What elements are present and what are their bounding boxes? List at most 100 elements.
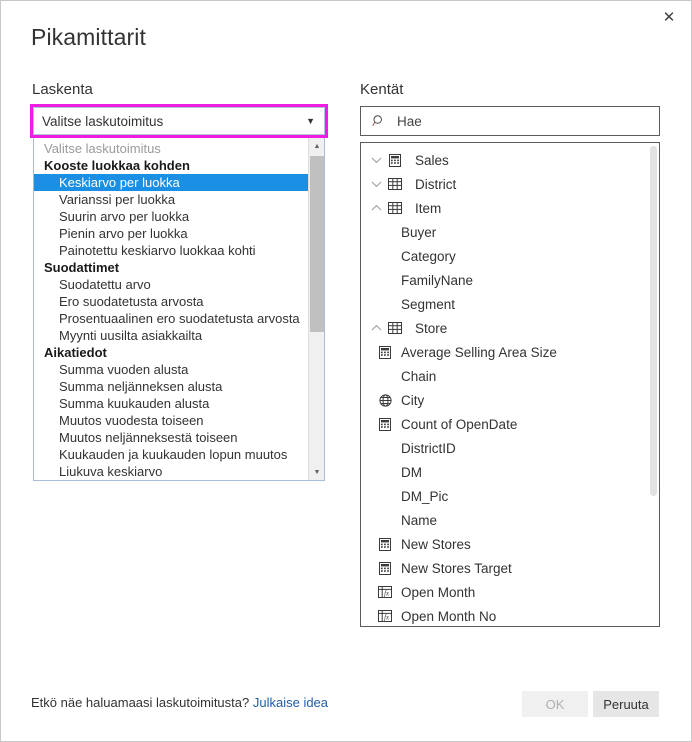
fields-field-row[interactable]: New Stores [361, 532, 646, 556]
dropdown-option[interactable]: Ero suodatetusta arvosta [34, 293, 309, 310]
fields-row-label: Category [401, 248, 456, 264]
fields-row-label: Open Month No [401, 608, 497, 624]
dropdown-option[interactable]: Myynti uusilta asiakkailta [34, 327, 309, 344]
fields-row-label: Average Selling Area Size [401, 344, 557, 360]
chevron-down-icon[interactable] [369, 172, 383, 196]
fields-row-label: City [401, 392, 425, 408]
dropdown-option[interactable]: Kuukauden ja kuukauden lopun muutos [34, 446, 309, 463]
fields-field-row[interactable]: fx Open Month [361, 580, 646, 604]
fields-row-label: Count of OpenDate [401, 416, 518, 432]
fields-field-row[interactable]: FamilyNane [361, 268, 646, 292]
dropdown-option[interactable]: Summa neljänneksen alusta [34, 378, 309, 395]
fields-field-row[interactable]: Count of OpenDate [361, 412, 646, 436]
fields-table-row[interactable]: District [361, 172, 646, 196]
table-grid-icon [387, 172, 403, 196]
ok-button[interactable]: OK [522, 691, 588, 717]
close-icon[interactable]: ✕ [648, 2, 690, 32]
fields-field-row[interactable]: DistrictID [361, 436, 646, 460]
fields-row-label: New Stores Target [401, 560, 512, 576]
search-icon [372, 115, 382, 126]
calculation-section-label: Laskenta [32, 81, 93, 98]
dropdown-group-header: Aikatiedot [44, 345, 107, 360]
fields-field-row[interactable]: Buyer [361, 220, 646, 244]
fields-row-label: Sales [415, 152, 449, 168]
fields-row-label: Item [415, 200, 442, 216]
footer-note-text: Etkö näe haluamaasi laskutoimitusta? [31, 695, 250, 710]
dropdown-scrollbar[interactable]: ▲ ▼ [308, 138, 324, 480]
fields-field-row[interactable]: Name [361, 508, 646, 532]
fields-table-row[interactable]: Sales [361, 148, 646, 172]
fields-field-row[interactable]: DM_Pic [361, 484, 646, 508]
calculator-icon [377, 556, 393, 580]
dropdown-option[interactable]: Summa vuoden alusta [34, 361, 309, 378]
calculation-combobox[interactable]: Valitse laskutoimitus ▼ [33, 107, 325, 135]
dropdown-option[interactable]: Painotettu keskiarvo luokkaa kohti [34, 242, 309, 259]
fields-field-row[interactable]: Chain [361, 364, 646, 388]
dropdown-group-header: Suodattimet [44, 260, 120, 275]
fields-row-label: DM [401, 464, 422, 480]
fields-field-row[interactable]: New Stores Target [361, 556, 646, 580]
chevron-down-icon: ▼ [306, 115, 315, 126]
fields-field-row[interactable]: fx Open Month No [361, 604, 646, 626]
dropdown-option[interactable]: Keskiarvo per luokka [34, 174, 309, 191]
fields-row-label: Buyer [401, 224, 437, 240]
fields-row-label: New Stores [401, 536, 471, 552]
fields-field-row[interactable]: DM [361, 460, 646, 484]
fields-row-label: Chain [401, 368, 437, 384]
fields-search-input[interactable] [395, 112, 639, 130]
fields-row-label: Store [415, 320, 448, 336]
fields-scrollbar[interactable] [648, 144, 658, 626]
chevron-up-icon[interactable] [369, 196, 383, 220]
fields-field-row[interactable]: City [361, 388, 646, 412]
fields-row-label: Open Month [401, 584, 476, 600]
dropdown-option[interactable]: Suodatettu arvo [34, 276, 309, 293]
dropdown-option[interactable]: Suurin arvo per luokka [34, 208, 309, 225]
calculator-icon [377, 412, 393, 436]
dropdown-option[interactable]: Muutos neljänneksestä toiseen [34, 429, 309, 446]
dropdown-option[interactable]: Muutos vuodesta toiseen [34, 412, 309, 429]
fields-row-label: Segment [401, 296, 456, 312]
calculator-icon [377, 340, 393, 364]
svg-text:fx: fx [384, 614, 390, 622]
fields-row-label: DM_Pic [401, 488, 449, 504]
fields-table-row[interactable]: Store [361, 316, 646, 340]
svg-text:fx: fx [384, 590, 390, 598]
fields-field-row[interactable]: Category [361, 244, 646, 268]
fields-row-label: District [415, 176, 457, 192]
fields-row-label: FamilyNane [401, 272, 474, 288]
calculation-combobox-value: Valitse laskutoimitus [42, 113, 164, 129]
fields-scrollbar-thumb[interactable] [650, 146, 657, 496]
calculator-icon [387, 148, 403, 172]
dropdown-option[interactable]: Varianssi per luokka [34, 191, 309, 208]
dropdown-option[interactable]: Pienin arvo per luokka [34, 225, 309, 242]
dropdown-option[interactable]: Summa kuukauden alusta [34, 395, 309, 412]
calculated-column-icon: fx [377, 604, 393, 626]
dropdown-group-header: Kooste luokkaa kohden [44, 158, 190, 173]
fields-field-row[interactable]: Segment [361, 292, 646, 316]
scroll-up-arrow-icon[interactable]: ▲ [309, 138, 324, 154]
dropdown-scrollbar-thumb[interactable] [310, 156, 324, 332]
table-grid-icon [387, 196, 403, 220]
calculated-column-icon: fx [377, 580, 393, 604]
dropdown-option[interactable]: Liukuva keskiarvo [34, 463, 309, 480]
fields-tree-panel[interactable]: Sales District Item Buyer Category FamilyNane… [360, 142, 660, 627]
footer-note: Etkö näe haluamaasi laskutoimitusta? Jul… [31, 695, 328, 710]
fields-section-label: Kentät [360, 81, 404, 98]
dropdown-option[interactable]: Prosentuaalinen ero suodatetusta arvosta [34, 310, 309, 327]
fields-row-label: DistrictID [401, 440, 456, 456]
calculation-dropdown-list[interactable]: Valitse laskutoimitus Kooste luokkaa kohd… [33, 137, 325, 481]
fields-table-row[interactable]: Item [361, 196, 646, 220]
scroll-down-arrow-icon[interactable]: ▼ [309, 464, 324, 480]
chevron-down-icon[interactable] [369, 148, 383, 172]
globe-icon [377, 388, 393, 412]
page-title: Pikamittarit [31, 24, 146, 50]
publish-idea-link[interactable]: Julkaise idea [253, 695, 328, 710]
dropdown-placeholder-row[interactable]: Valitse laskutoimitus [34, 140, 309, 157]
fields-row-label: Name [401, 512, 438, 528]
chevron-up-icon[interactable] [369, 316, 383, 340]
fields-field-row[interactable]: Average Selling Area Size [361, 340, 646, 364]
quick-measures-dialog: ✕ Pikamittarit Laskenta Valitse laskutoi… [0, 0, 692, 742]
cancel-button[interactable]: Peruuta [593, 691, 659, 717]
table-grid-icon [387, 316, 403, 340]
fields-search-box[interactable] [360, 106, 660, 136]
